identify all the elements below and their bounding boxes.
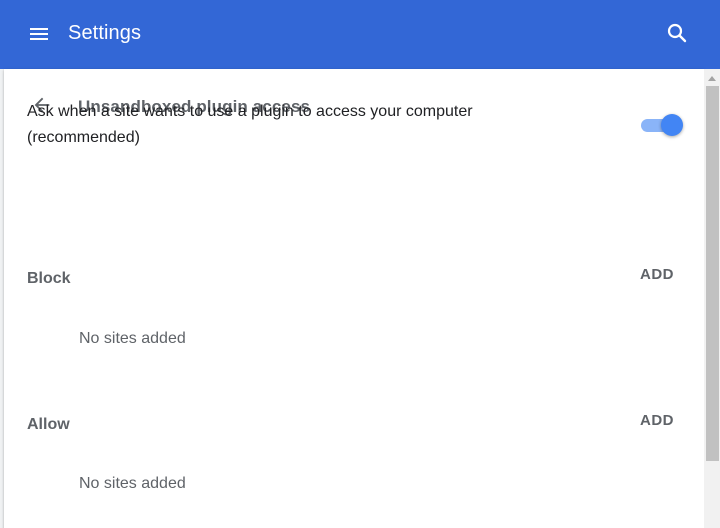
ask-permission-toggle[interactable] [641,112,683,138]
top-app-bar: Settings [0,0,720,69]
allow-section-heading: Allow [27,416,70,433]
block-empty-text: No sites added [79,330,186,347]
search-icon[interactable] [660,16,694,50]
ask-permission-label: Ask when a site wants to use a plugin to… [27,103,473,146]
app-title: Settings [68,22,142,44]
scroll-up-arrow-icon[interactable] [704,69,720,86]
block-add-button[interactable]: ADD [640,266,674,283]
allow-add-button[interactable]: ADD [640,412,674,429]
block-section-heading: Block [27,270,71,287]
toggle-knob [661,114,683,136]
menu-icon[interactable] [22,19,56,49]
allow-empty-text: No sites added [79,475,186,492]
scrollbar-thumb[interactable] [706,86,719,461]
